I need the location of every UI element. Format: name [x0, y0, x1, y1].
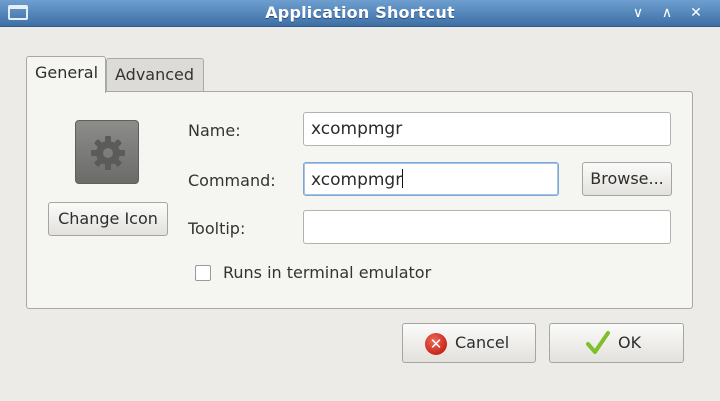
window-title: Application Shortcut: [265, 3, 455, 22]
cancel-button-label: Cancel: [455, 333, 510, 352]
close-button[interactable]: ✕: [686, 3, 706, 23]
maximize-button[interactable]: ∧: [657, 3, 677, 23]
cancel-button[interactable]: ✕ Cancel: [402, 323, 536, 363]
tooltip-field[interactable]: [303, 210, 671, 244]
command-field[interactable]: xcompmgr: [303, 162, 559, 196]
change-icon-button[interactable]: Change Icon: [48, 202, 168, 236]
gear-icon: [91, 136, 125, 170]
tab-advanced[interactable]: Advanced: [106, 58, 204, 92]
tooltip-label: Tooltip:: [188, 219, 246, 238]
ok-button-label: OK: [618, 333, 642, 352]
application-icon: [75, 120, 139, 184]
minimize-button[interactable]: ∨: [628, 3, 648, 23]
terminal-checkbox-label[interactable]: Runs in terminal emulator: [223, 263, 431, 282]
cancel-icon: ✕: [425, 333, 447, 355]
name-field[interactable]: xcompmgr: [303, 112, 671, 146]
application-shortcut-dialog: Application Shortcut ∨ ∧ ✕ General Advan…: [0, 0, 720, 401]
terminal-checkbox[interactable]: [195, 265, 211, 281]
ok-button[interactable]: OK: [549, 323, 684, 363]
command-label: Command:: [188, 171, 276, 190]
checkmark-icon: [586, 331, 610, 354]
general-tab-page: Change Icon Name: xcompmgr Command: xcom…: [26, 91, 693, 309]
text-caret: [402, 169, 404, 188]
browse-button[interactable]: Browse...: [582, 162, 672, 196]
tab-general[interactable]: General: [26, 56, 106, 93]
name-label: Name:: [188, 121, 241, 140]
title-bar[interactable]: Application Shortcut ∨ ∧ ✕: [0, 0, 720, 27]
command-value: xcompmgr: [311, 170, 403, 190]
